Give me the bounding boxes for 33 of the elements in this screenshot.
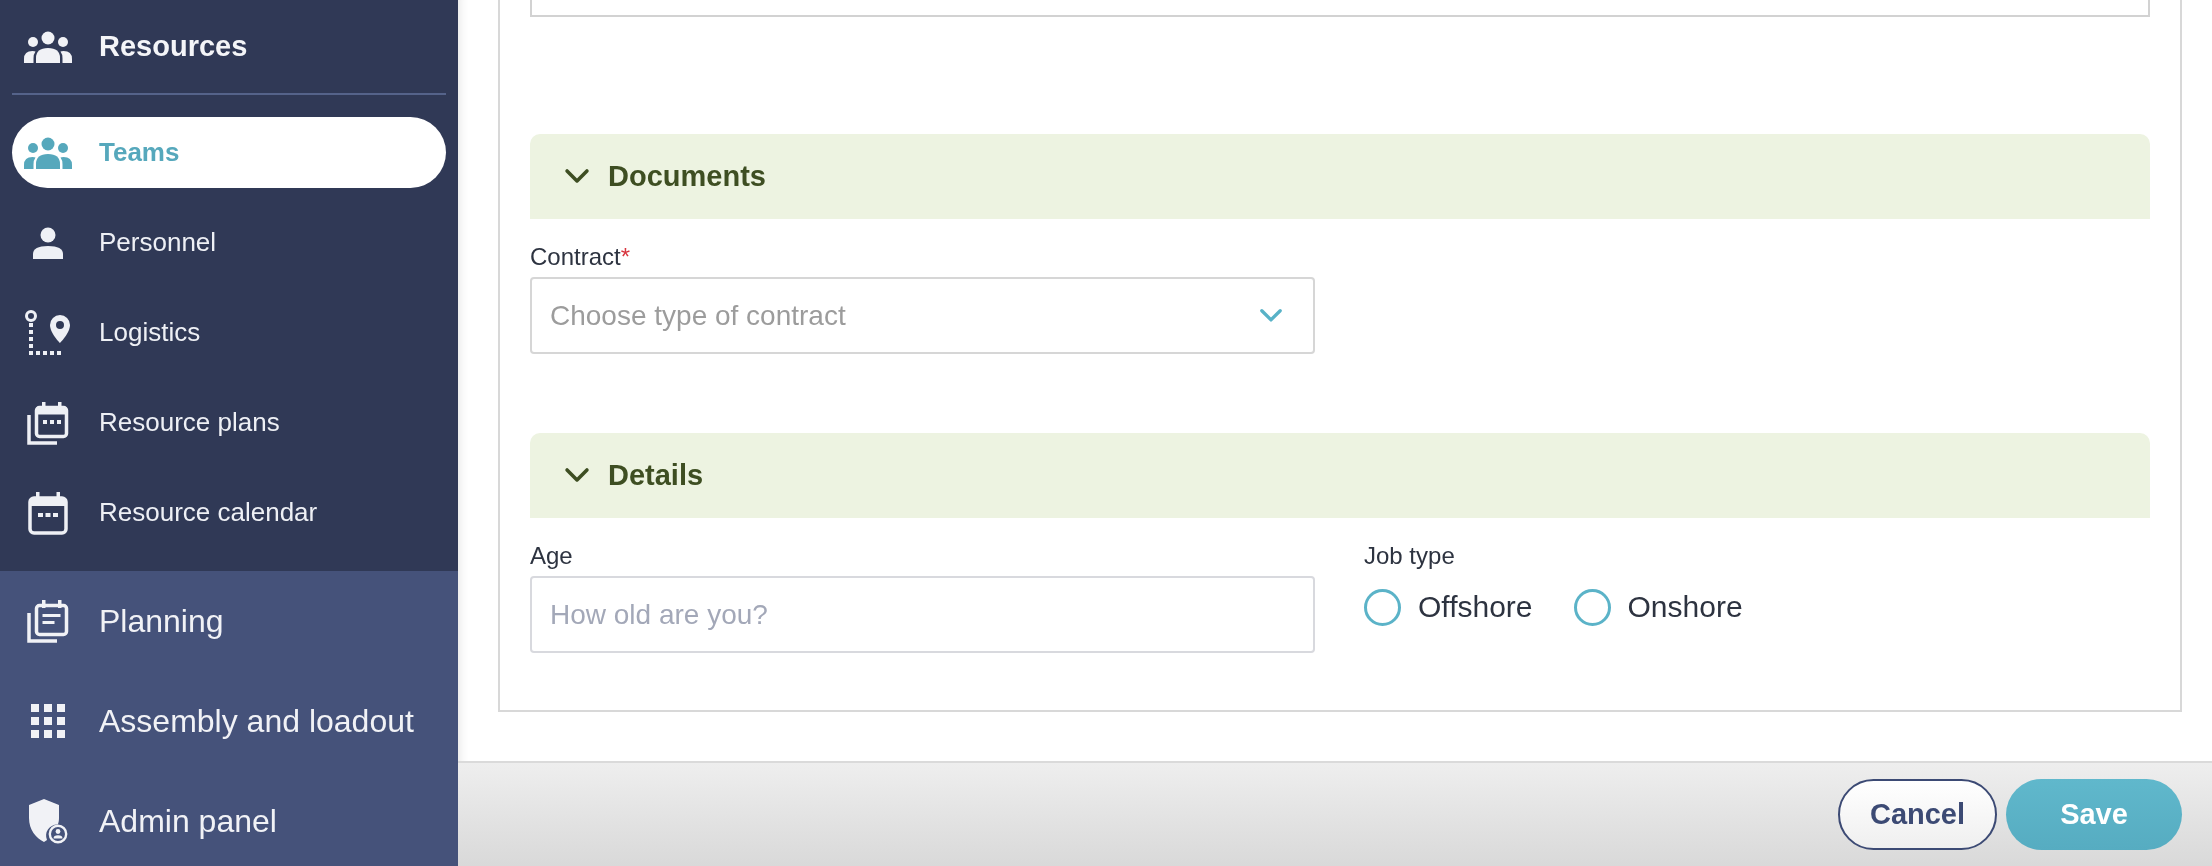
nav-item[interactable]: Assembly and loadout bbox=[0, 671, 458, 771]
radio-button[interactable] bbox=[1573, 588, 1611, 626]
radio-option[interactable]: Offshore bbox=[1364, 588, 1533, 626]
shield-user-icon bbox=[28, 798, 68, 844]
nav-item[interactable]: Logistics bbox=[12, 297, 446, 368]
calendar-stack-icon bbox=[27, 400, 69, 445]
chevron-down-icon bbox=[564, 467, 590, 484]
radio-button[interactable] bbox=[1364, 588, 1401, 626]
nav-item[interactable]: Admin panel bbox=[0, 771, 458, 866]
chevron-down-icon bbox=[564, 168, 590, 185]
field-label: Job type bbox=[1364, 542, 1455, 570]
nav-item[interactable]: Planning bbox=[0, 571, 458, 671]
calendar-icon bbox=[28, 490, 68, 535]
field-label: Contract bbox=[530, 243, 621, 271]
person-icon bbox=[32, 226, 64, 259]
text-area-field[interactable] bbox=[530, 0, 2150, 17]
people-icon bbox=[24, 136, 72, 169]
people-icon bbox=[24, 30, 72, 63]
section-header[interactable]: Details bbox=[530, 433, 2150, 518]
radio-option[interactable]: Onshore bbox=[1573, 588, 1743, 626]
nav-item[interactable]: Resource calendar bbox=[12, 477, 446, 548]
group-title: Resources bbox=[99, 30, 248, 63]
secondary-button[interactable]: Cancel bbox=[1838, 779, 1997, 850]
input-field[interactable]: How old are you? bbox=[530, 576, 1315, 653]
nav-item[interactable]: Resource plans bbox=[12, 387, 446, 458]
calendar-notes-icon bbox=[27, 599, 69, 643]
section-header[interactable]: Documents bbox=[530, 134, 2150, 219]
nav-item[interactable]: Personnel bbox=[12, 207, 446, 278]
chevron-down-icon bbox=[1259, 307, 1283, 324]
required-mark: * bbox=[620, 243, 631, 271]
grid-icon bbox=[31, 704, 65, 738]
route-pin-icon bbox=[25, 309, 71, 356]
field-label: Age bbox=[530, 542, 573, 570]
